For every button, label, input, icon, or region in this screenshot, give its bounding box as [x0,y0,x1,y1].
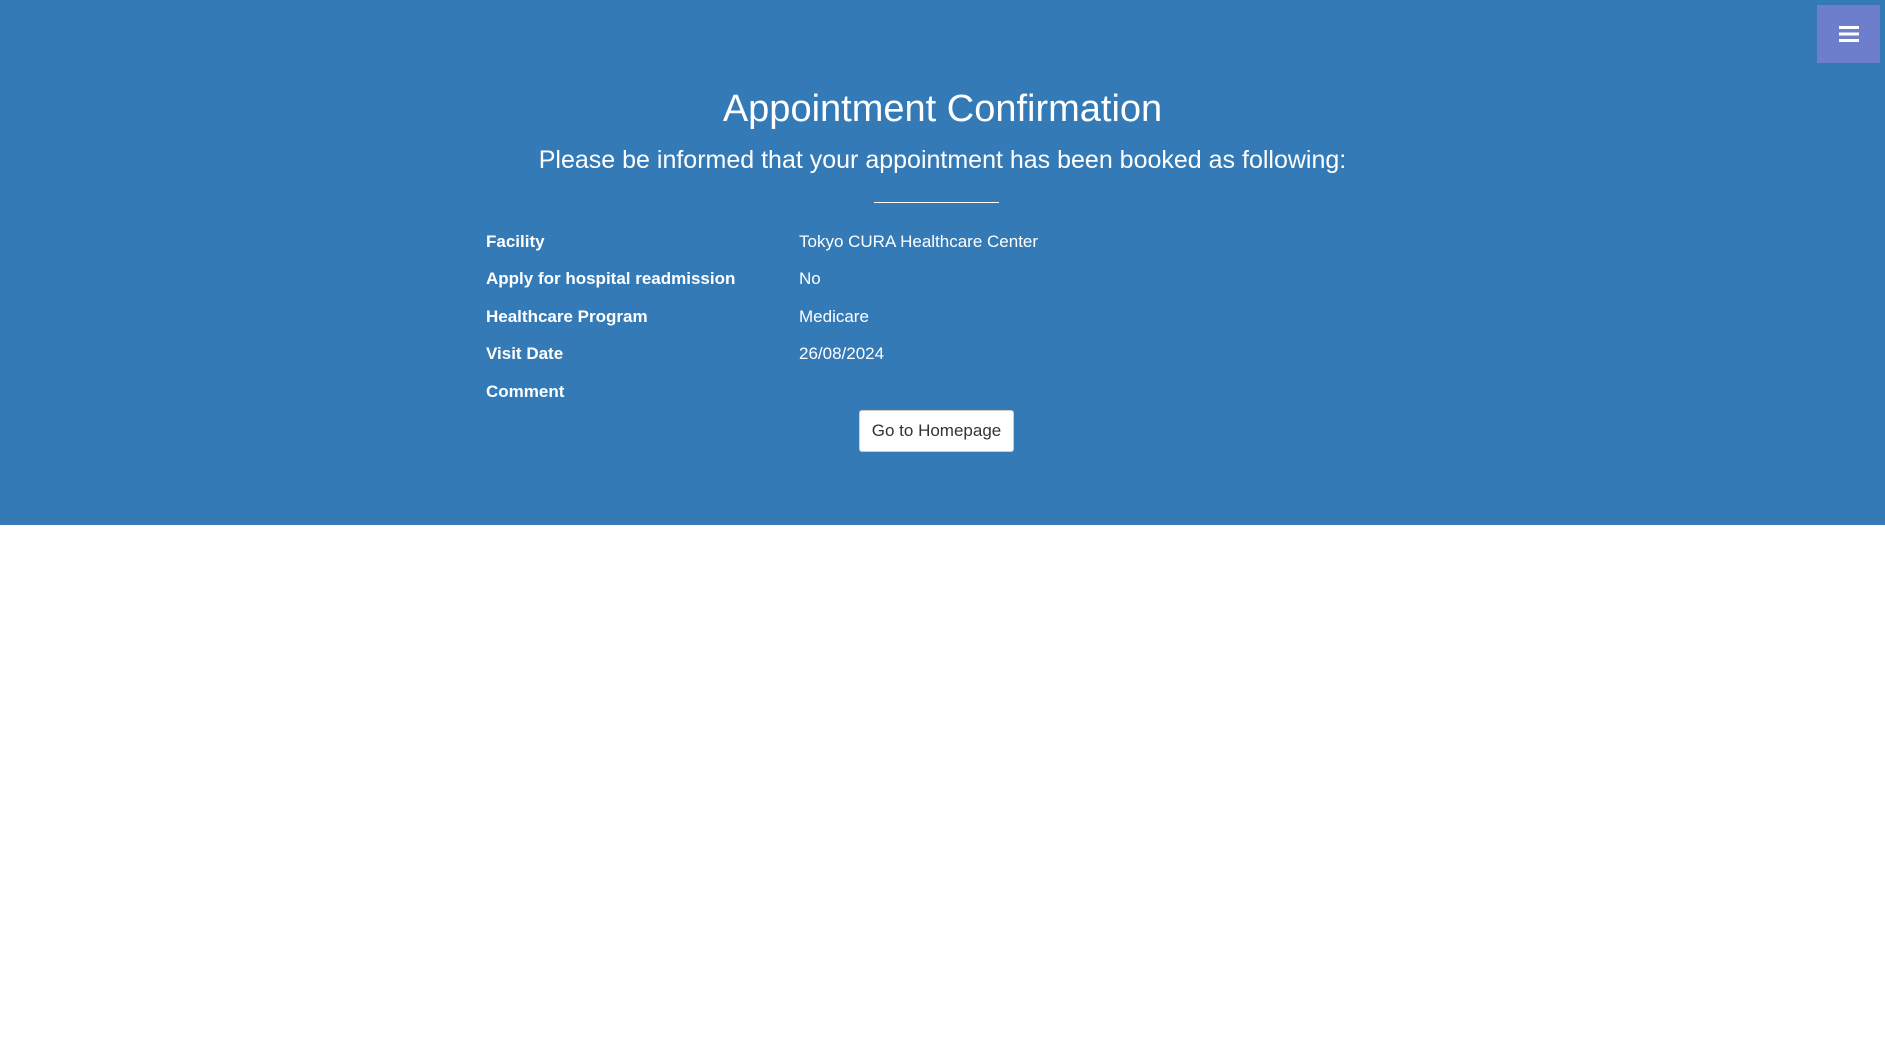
appointment-section: Appointment Confirmation Please be infor… [0,0,1885,525]
facility-row: Facility Tokyo CURA Healthcare Center [486,223,1386,261]
visit-date-row: Visit Date 26/08/2024 [486,336,1386,374]
page-subtitle: Please be informed that your appointment… [538,146,1347,174]
hamburger-menu-icon [1838,26,1859,42]
go-to-homepage-button[interactable]: Go to Homepage [859,410,1014,452]
readmission-label: Apply for hospital readmission [486,269,736,289]
facility-label: Facility [486,231,545,251]
readmission-row: Apply for hospital readmission No [486,261,1386,299]
facility-value: Tokyo CURA Healthcare Center [799,231,1039,251]
program-value: Medicare [799,306,869,326]
program-row: Healthcare Program Medicare [486,298,1386,336]
appointment-details: Facility Tokyo CURA Healthcare Center Ap… [486,223,1386,411]
title-divider [874,202,999,203]
visit-date-label: Visit Date [486,344,564,364]
menu-toggle-button[interactable] [1817,5,1880,63]
comment-label: Comment [486,381,565,401]
comment-row: Comment [486,373,1386,411]
program-label: Healthcare Program [486,306,648,326]
visit-date-value: 26/08/2024 [799,344,885,364]
readmission-value: No [799,269,821,289]
page-title: Appointment Confirmation [722,88,1163,130]
